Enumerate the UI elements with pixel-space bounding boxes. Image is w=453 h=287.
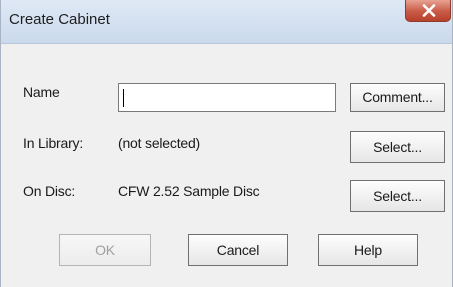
- cancel-button[interactable]: Cancel: [188, 234, 288, 266]
- help-button[interactable]: Help: [318, 234, 418, 266]
- in-library-value: (not selected): [118, 135, 201, 151]
- text-caret: [123, 89, 124, 107]
- in-library-label: In Library:: [23, 135, 84, 151]
- on-disc-label: On Disc:: [23, 183, 76, 199]
- close-button[interactable]: [405, 0, 451, 22]
- name-input[interactable]: [118, 83, 336, 112]
- on-disc-value: CFW 2.52 Sample Disc: [118, 183, 260, 199]
- title-bar[interactable]: Create Cabinet: [1, 0, 452, 44]
- library-select-button-label: Select...: [373, 139, 422, 155]
- window-title: Create Cabinet: [9, 11, 110, 28]
- ok-button-label: OK: [95, 242, 115, 258]
- comment-button-label: Comment...: [362, 89, 433, 105]
- close-icon: [422, 4, 436, 17]
- comment-button[interactable]: Comment...: [350, 83, 445, 112]
- name-label: Name: [23, 84, 60, 100]
- disc-select-button-label: Select...: [373, 188, 422, 204]
- create-cabinet-dialog: Create Cabinet Name Comment... In Librar…: [0, 0, 453, 287]
- ok-button[interactable]: OK: [59, 234, 151, 266]
- cancel-button-label: Cancel: [216, 242, 260, 258]
- library-select-button[interactable]: Select...: [350, 131, 445, 163]
- help-button-label: Help: [354, 242, 382, 258]
- disc-select-button[interactable]: Select...: [350, 180, 445, 212]
